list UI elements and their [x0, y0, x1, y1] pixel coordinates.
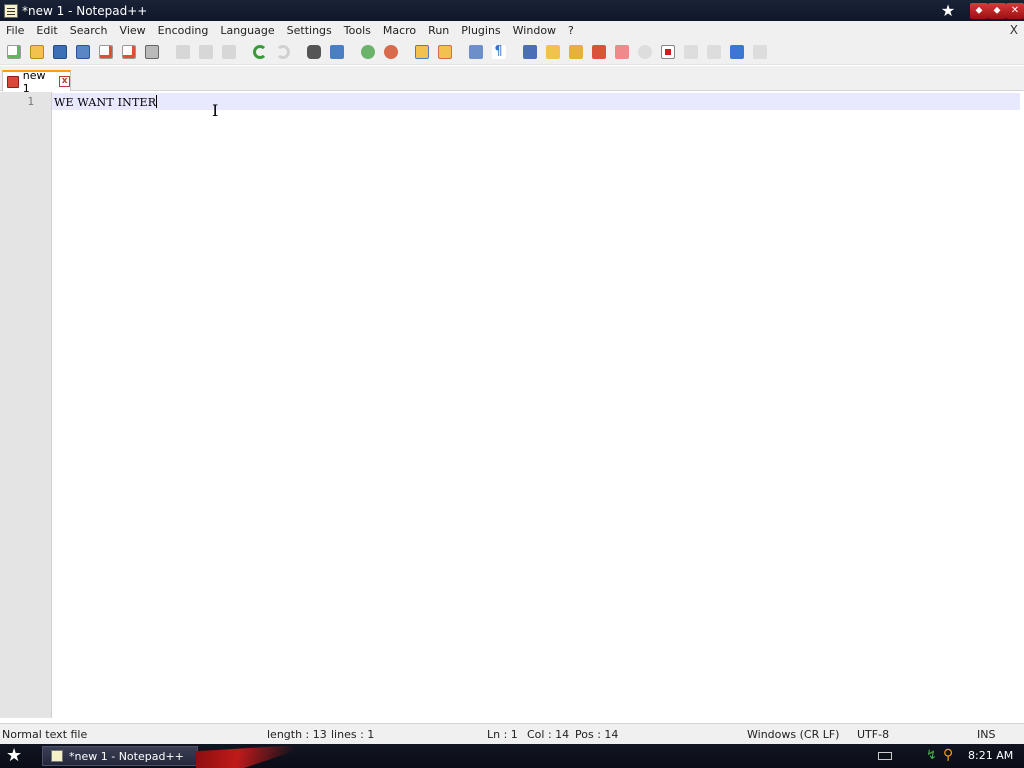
keyboard-icon[interactable] — [878, 752, 892, 760]
status-position: Pos : 14 — [575, 728, 619, 741]
taskbar: ★ *new 1 - Notepad++ ↯ ⚲ 8:21 AM — [0, 744, 1024, 768]
status-encoding: UTF-8 — [857, 728, 890, 741]
pin-icon[interactable]: ★ — [938, 1, 958, 21]
status-bar: Normal text file length : 13 lines : 1 L… — [0, 723, 1024, 744]
sync-horizontal-icon[interactable] — [435, 43, 454, 62]
status-column: Col : 14 — [527, 728, 570, 741]
clock[interactable]: 8:21 AM — [968, 749, 1013, 762]
paste-icon[interactable] — [219, 43, 238, 62]
show-all-chars-icon[interactable]: ¶ — [489, 43, 508, 62]
current-line-highlight — [52, 93, 1020, 110]
taskbar-decoration — [196, 744, 316, 768]
status-file-type: Normal text file — [2, 728, 88, 741]
minimize-icon: ⬥ — [975, 4, 983, 16]
status-eol: Windows (CR LF) — [747, 728, 840, 741]
new-file-icon[interactable] — [4, 43, 23, 62]
status-lines: lines : 1 — [331, 728, 375, 741]
tab-new-1[interactable]: new 1 x — [2, 69, 71, 95]
copy-icon[interactable] — [196, 43, 215, 62]
toolbar: ¶ — [0, 40, 1024, 65]
menu-bar: File Edit Search View Encoding Language … — [0, 21, 1024, 40]
tab-label: new 1 — [22, 68, 46, 95]
menu-search[interactable]: Search — [64, 21, 114, 40]
save-all-icon[interactable] — [73, 43, 92, 62]
line-number-gutter: 1 — [0, 92, 52, 718]
editor-area[interactable]: 1 WE WANT INTER I — [0, 92, 1024, 718]
menu-macro[interactable]: Macro — [377, 21, 422, 40]
menu-tools[interactable]: Tools — [338, 21, 377, 40]
cut-icon[interactable] — [173, 43, 192, 62]
maximize-button[interactable]: ⬥ — [988, 2, 1006, 19]
menu-run[interactable]: Run — [422, 21, 455, 40]
search-icon[interactable]: ⚲ — [943, 747, 953, 763]
menu-edit[interactable]: Edit — [30, 21, 63, 40]
status-length: length : 13 — [267, 728, 327, 741]
network-icon[interactable]: ↯ — [926, 748, 937, 763]
close-file-icon[interactable] — [96, 43, 115, 62]
sync-vertical-icon[interactable] — [412, 43, 431, 62]
title-bar: *new 1 - Notepad++ ★ ⬥ ⬥ ✕ — [0, 0, 1024, 21]
run-macro-icon[interactable] — [704, 43, 723, 62]
menu-language[interactable]: Language — [214, 21, 280, 40]
tab-close-icon[interactable]: x — [59, 76, 70, 87]
zoom-out-icon[interactable] — [381, 43, 400, 62]
close-icon: ✕ — [1010, 4, 1020, 16]
find-icon[interactable] — [304, 43, 323, 62]
doc-map-icon[interactable] — [612, 43, 631, 62]
line-number: 1 — [27, 95, 34, 108]
menu-file[interactable]: File — [0, 21, 30, 40]
notepad-app-icon — [4, 3, 18, 18]
replace-icon[interactable] — [327, 43, 346, 62]
taskbar-notepad-button[interactable]: *new 1 - Notepad++ — [42, 746, 198, 766]
indent-guide-icon[interactable] — [520, 43, 539, 62]
status-insert-mode: INS — [977, 728, 996, 741]
close-all-icon[interactable] — [119, 43, 138, 62]
print-icon[interactable] — [142, 43, 161, 62]
unsaved-file-icon — [7, 75, 19, 88]
play-macro-icon[interactable] — [681, 43, 700, 62]
open-file-icon[interactable] — [27, 43, 46, 62]
menu-plugins[interactable]: Plugins — [455, 21, 506, 40]
word-wrap-icon[interactable] — [466, 43, 485, 62]
status-line: Ln : 1 — [487, 728, 518, 741]
undo-icon[interactable] — [250, 43, 269, 62]
menu-window[interactable]: Window — [507, 21, 562, 40]
redo-icon[interactable] — [273, 43, 292, 62]
menu-settings[interactable]: Settings — [281, 21, 338, 40]
line-text: WE WANT INTER — [54, 96, 157, 109]
code-line[interactable]: WE WANT INTER — [54, 95, 158, 109]
tab-bar: new 1 x — [0, 66, 1024, 95]
save-macro-icon[interactable] — [750, 43, 769, 62]
maximize-icon: ⬥ — [993, 4, 1001, 16]
window-title: *new 1 - Notepad++ — [22, 3, 148, 18]
close-window-button[interactable]: ✕ — [1006, 2, 1024, 19]
menu-help[interactable]: ? — [562, 21, 580, 40]
minimize-button[interactable]: ⬥ — [970, 2, 988, 19]
zoom-in-icon[interactable] — [358, 43, 377, 62]
menu-view[interactable]: View — [114, 21, 152, 40]
menu-encoding[interactable]: Encoding — [152, 21, 215, 40]
ibeam-cursor-icon: I — [212, 101, 219, 120]
close-document-button[interactable]: X — [1010, 21, 1018, 40]
run-multiple-icon[interactable] — [727, 43, 746, 62]
function-list-icon[interactable] — [589, 43, 608, 62]
stop-record-icon[interactable] — [635, 43, 654, 62]
folder-icon[interactable] — [543, 43, 562, 62]
record-macro-icon[interactable] — [658, 43, 677, 62]
save-icon[interactable] — [50, 43, 69, 62]
task-label: *new 1 - Notepad++ — [69, 749, 184, 763]
map-icon[interactable] — [566, 43, 585, 62]
window-controls: ★ ⬥ ⬥ ✕ — [938, 0, 1024, 21]
text-caret — [156, 95, 158, 108]
start-menu-icon[interactable]: ★ — [6, 746, 22, 766]
notepad-task-icon — [51, 750, 63, 762]
